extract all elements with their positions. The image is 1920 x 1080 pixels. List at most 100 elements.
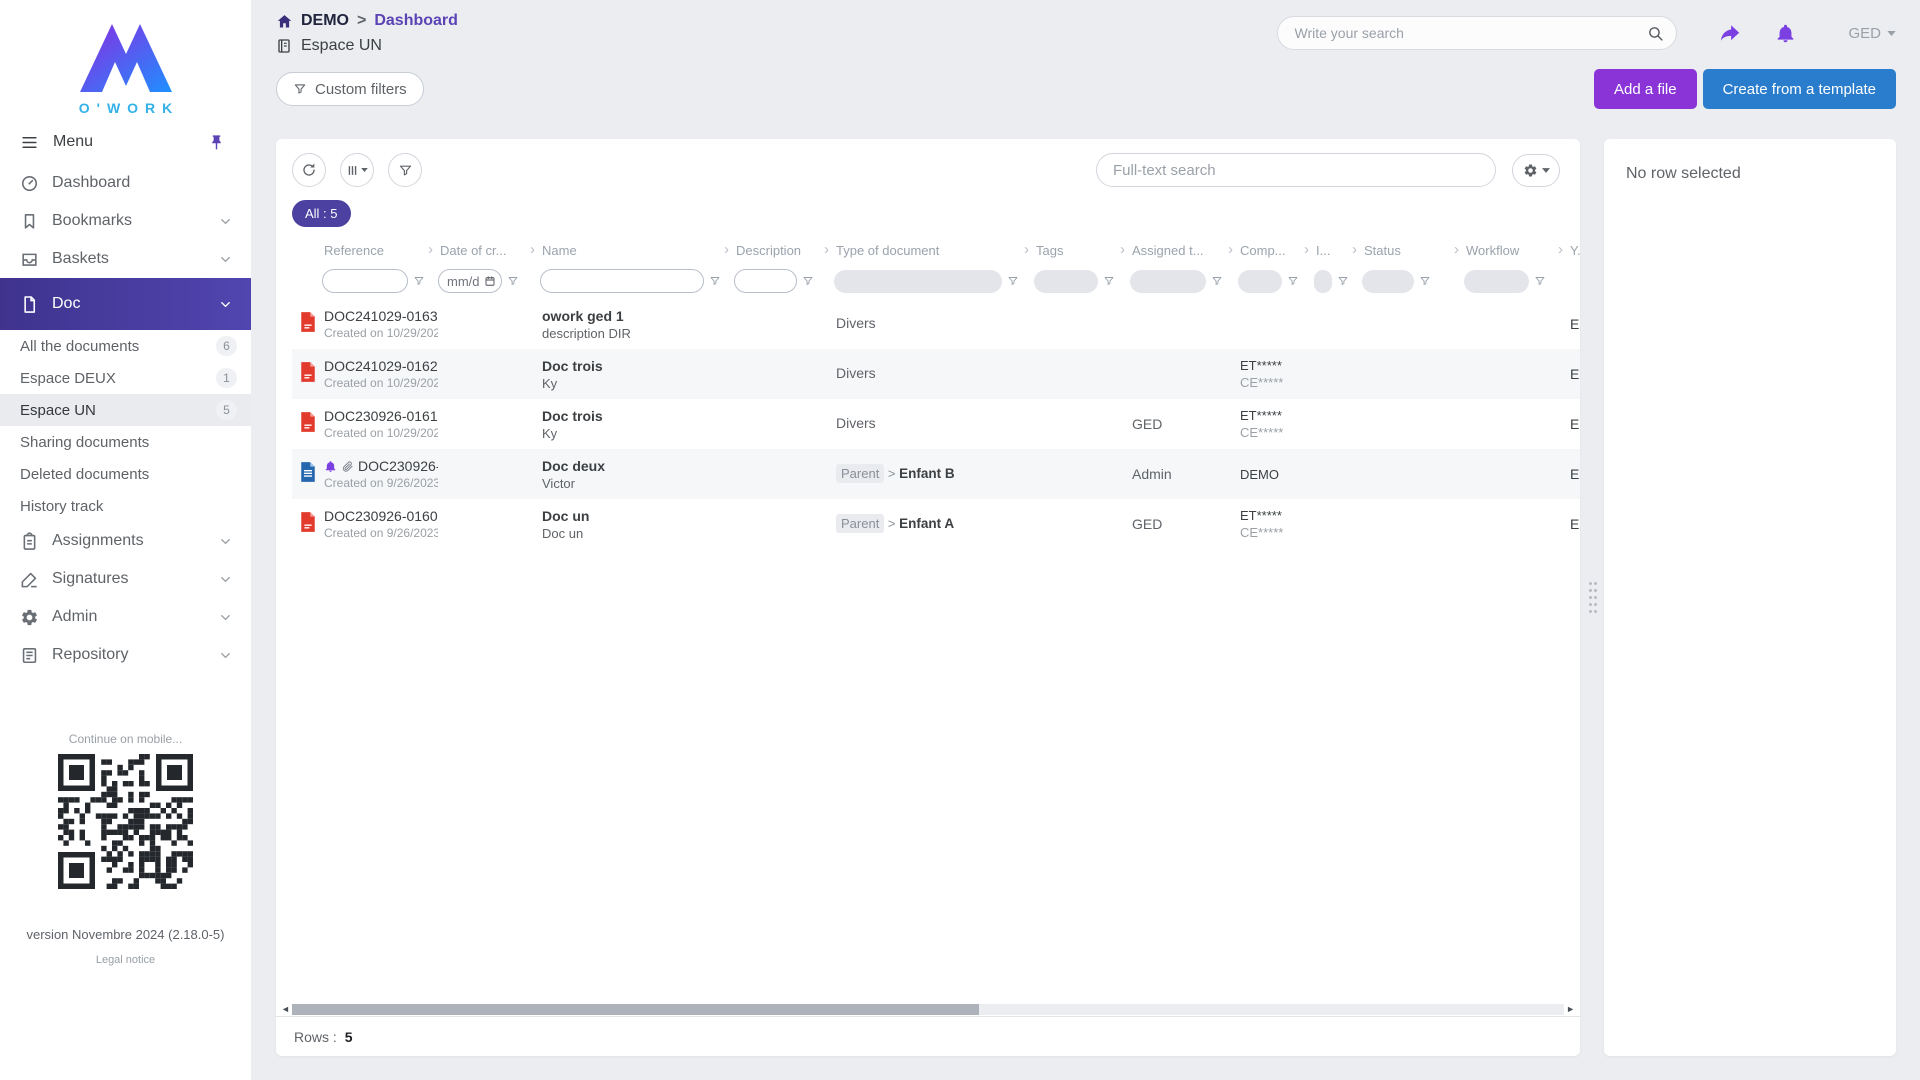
sidebar-subitem-sharing-documents[interactable]: Sharing documents <box>0 426 251 458</box>
chevron-down-icon[interactable] <box>218 252 233 267</box>
column-header-date[interactable]: Date of cr...› <box>438 237 540 263</box>
filter-date-field[interactable] <box>438 269 502 293</box>
column-header-clip[interactable]: Y... <box>1568 237 1580 263</box>
share-icon[interactable] <box>1719 22 1741 44</box>
filter-input-name[interactable] <box>540 269 704 293</box>
sidebar-subitem-deleted-documents[interactable]: Deleted documents <box>0 458 251 490</box>
scroll-left-arrow[interactable]: ◄ <box>279 1005 292 1014</box>
sort-chevron-icon[interactable]: › <box>530 242 535 257</box>
account-menu[interactable]: GED <box>1848 25 1896 42</box>
sidebar-subitem-all-the-documents[interactable]: All the documents6 <box>0 330 251 362</box>
filter-select-status[interactable] <box>1362 270 1414 293</box>
column-header-status[interactable]: Status› <box>1362 237 1464 263</box>
refresh-button[interactable] <box>292 153 326 187</box>
legal-notice-link[interactable]: Legal notice <box>0 954 251 966</box>
horizontal-scrollbar[interactable]: ◄ ► <box>279 1002 1577 1016</box>
filter-funnel-icon[interactable] <box>1211 275 1223 287</box>
table-row[interactable]: DOC230926-01610-3Created on 10/29/2024 1… <box>292 399 1580 449</box>
sort-chevron-icon[interactable]: › <box>824 242 829 257</box>
filter-select-type[interactable] <box>834 270 1002 293</box>
sort-chevron-icon[interactable]: › <box>1454 242 1459 257</box>
filter-funnel-icon[interactable] <box>1419 275 1431 287</box>
filter-select-comp[interactable] <box>1238 270 1282 293</box>
column-header-reference[interactable]: Reference› <box>322 237 438 263</box>
scrollbar-track[interactable] <box>292 1004 1564 1015</box>
filter-funnel-icon[interactable] <box>1103 275 1115 287</box>
table-row[interactable]: DOC241029-01636-0Created on 10/29/2024 1… <box>292 299 1580 349</box>
table-row[interactable]: DOC230926-01608-0Created on 9/26/2023 3:… <box>292 499 1580 549</box>
filter-funnel-icon[interactable] <box>709 275 721 287</box>
sidebar-item-admin[interactable]: Admin <box>0 598 251 636</box>
filter-funnel-icon[interactable] <box>1287 275 1299 287</box>
sidebar-item-doc[interactable]: Doc <box>0 278 251 330</box>
breadcrumb-root[interactable]: DEMO <box>301 12 349 30</box>
sidebar-item-repository[interactable]: Repository <box>0 636 251 674</box>
filter-funnel-icon[interactable] <box>507 275 519 287</box>
sidebar-item-dashboard[interactable]: Dashboard <box>0 164 251 202</box>
sort-chevron-icon[interactable]: › <box>724 242 729 257</box>
filter-input-description[interactable] <box>734 269 797 293</box>
table-row[interactable]: DOC230926-01609-0Created on 9/26/2023 3:… <box>292 449 1580 499</box>
sidebar-item-signatures[interactable]: Signatures <box>0 560 251 598</box>
add-file-button[interactable]: Add a file <box>1594 69 1697 109</box>
sort-chevron-icon[interactable]: › <box>1352 242 1357 257</box>
sort-chevron-icon[interactable]: › <box>1304 242 1309 257</box>
chevron-down-icon[interactable] <box>218 648 233 663</box>
filter-funnel-icon[interactable] <box>1534 275 1546 287</box>
breadcrumb-current[interactable]: Dashboard <box>374 12 458 30</box>
column-header-name[interactable]: Name› <box>540 237 734 263</box>
sidebar-item-label: Dashboard <box>52 174 130 192</box>
column-header-indicator[interactable]: I...› <box>1314 237 1362 263</box>
chevron-down-icon[interactable] <box>218 214 233 229</box>
sort-chevron-icon[interactable]: › <box>1024 242 1029 257</box>
grid-settings-button[interactable] <box>1512 154 1560 187</box>
pin-icon[interactable] <box>208 134 225 151</box>
table-row[interactable]: DOC241029-01627-0Created on 10/29/2024 1… <box>292 349 1580 399</box>
filter-select-tags[interactable] <box>1034 270 1098 293</box>
column-header-comp[interactable]: Comp...› <box>1238 237 1314 263</box>
sidebar-item-assignments[interactable]: Assignments <box>0 522 251 560</box>
sidebar-subitem-history-track[interactable]: History track <box>0 490 251 522</box>
column-header-tags[interactable]: Tags› <box>1034 237 1130 263</box>
sidebar-item-bookmarks[interactable]: Bookmarks <box>0 202 251 240</box>
sort-chevron-icon[interactable]: › <box>1120 242 1125 257</box>
create-template-button[interactable]: Create from a template <box>1703 69 1896 109</box>
fulltext-search-input[interactable] <box>1096 153 1496 187</box>
sort-chevron-icon[interactable]: › <box>1228 242 1233 257</box>
hamburger-icon[interactable] <box>20 133 39 152</box>
home-icon[interactable] <box>276 13 293 30</box>
sort-chevron-icon[interactable]: › <box>428 242 433 257</box>
column-header-assigned[interactable]: Assigned t...› <box>1130 237 1238 263</box>
sidebar-subitem-espace-deux[interactable]: Espace DEUX1 <box>0 362 251 394</box>
filter-select-indicator[interactable] <box>1314 270 1332 293</box>
calendar-icon[interactable] <box>484 275 496 287</box>
global-search-input[interactable] <box>1294 25 1647 41</box>
panel-resize-handle[interactable] <box>1588 580 1597 616</box>
filter-button[interactable] <box>388 153 422 187</box>
filter-select-workflow[interactable] <box>1464 270 1529 293</box>
custom-filters-button[interactable]: Custom filters <box>276 72 424 106</box>
columns-button[interactable] <box>340 153 374 187</box>
sort-chevron-icon[interactable]: › <box>1558 242 1563 257</box>
filter-select-assigned[interactable] <box>1130 270 1206 293</box>
chevron-down-icon[interactable] <box>218 572 233 587</box>
sidebar-item-baskets[interactable]: Baskets <box>0 240 251 278</box>
column-header-description[interactable]: Description› <box>734 237 834 263</box>
column-header-type[interactable]: Type of document› <box>834 237 1034 263</box>
scrollbar-thumb[interactable] <box>292 1004 979 1015</box>
filter-funnel-icon[interactable] <box>413 275 425 287</box>
chevron-down-icon[interactable] <box>218 610 233 625</box>
filter-input-reference[interactable] <box>322 269 408 293</box>
search-icon[interactable] <box>1647 25 1664 42</box>
chevron-down-icon[interactable] <box>218 534 233 549</box>
bell-icon[interactable] <box>1775 23 1796 44</box>
filter-funnel-icon[interactable] <box>1337 275 1349 287</box>
sidebar-subitem-espace-un[interactable]: Espace UN5 <box>0 394 251 426</box>
chevron-down-icon[interactable] <box>218 297 233 312</box>
column-header-workflow[interactable]: Workflow› <box>1464 237 1568 263</box>
filter-funnel-icon[interactable] <box>1007 275 1019 287</box>
tab-all[interactable]: All : 5 <box>292 200 351 227</box>
filter-funnel-icon[interactable] <box>802 275 814 287</box>
company-cell: ET*****CE***** <box>1238 499 1314 549</box>
scroll-right-arrow[interactable]: ► <box>1564 1005 1577 1014</box>
